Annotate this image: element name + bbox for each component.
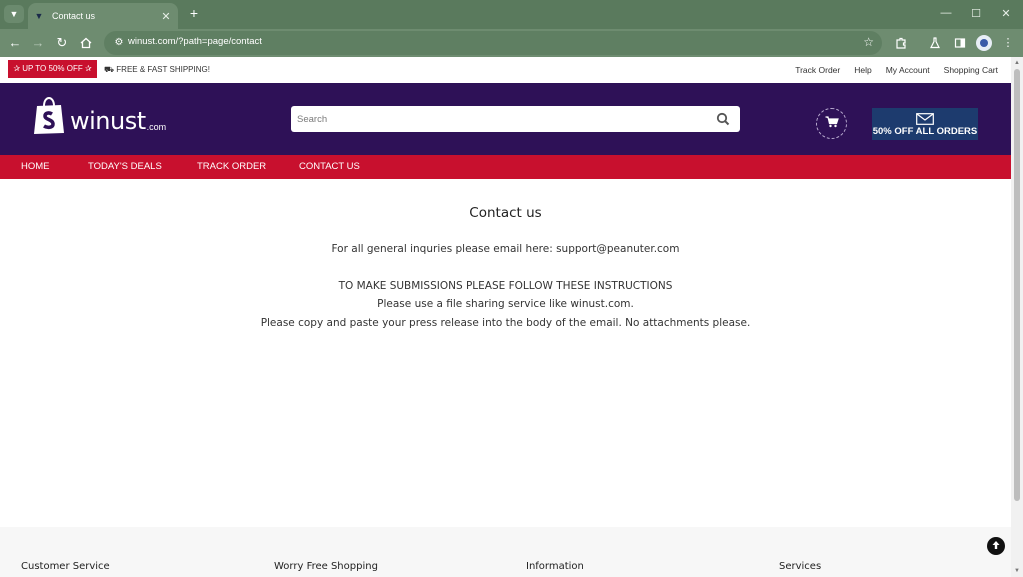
shopping-cart-icon [825,115,839,133]
file-sharing-text: Please use a file sharing service like w… [377,298,634,310]
contact-content: Contact us For all general inquries plea… [0,179,1011,529]
envelope-icon [916,112,934,125]
search-icon[interactable] [716,112,730,126]
close-tab-icon[interactable]: ✕ [158,10,174,23]
footer-heading-services: Services [779,561,822,572]
page-scrollbar[interactable]: ▲ ▼ [1011,57,1023,577]
general-inquiries-text: For all general inquries please email he… [331,243,680,255]
footer-heading-customer-service: Customer Service [21,561,110,572]
url-text: winust.com/?path=page/contact [128,36,262,47]
address-bar[interactable]: ⚙ winust.com/?path=page/contact ☆ [104,31,882,55]
footer-heading-information: Information [526,561,584,572]
shopping-bag-logo-icon [32,96,66,135]
free-shipping-text: ⛟ FREE & FAST SHIPPING! [104,65,210,74]
logo-suffix: .com [146,122,167,132]
site-logo[interactable]: winust .com [32,96,167,135]
scroll-down-icon[interactable]: ▼ [1014,568,1020,574]
browser-tab[interactable]: ▼ Contact us ✕ [28,3,178,29]
site-info-icon[interactable]: ⚙ [112,36,126,50]
profile-avatar-icon[interactable] [976,35,992,51]
site-header: winust .com 50% OFF ALL ORDERS [0,83,1011,155]
back-icon[interactable]: ← [6,34,24,52]
side-panel-icon[interactable] [952,35,968,51]
scroll-up-icon[interactable]: ▲ [1014,60,1020,66]
nav-home[interactable]: HOME [21,155,50,179]
top-info-bar: ✰ UP TO 50% OFF ✰ ⛟ FREE & FAST SHIPPING… [0,57,1011,83]
maximize-icon[interactable]: ☐ [968,7,984,20]
page-viewport: ✰ UP TO 50% OFF ✰ ⛟ FREE & FAST SHIPPING… [0,57,1011,577]
help-link[interactable]: Help [854,65,871,75]
reload-icon[interactable]: ↻ [53,34,71,52]
browser-toolbar: ← → ↻ ⚙ winust.com/?path=page/contact ☆ … [0,29,1023,57]
scrollbar-thumb[interactable] [1014,69,1020,501]
arrow-up-icon [991,537,1001,555]
footer-heading-worry-free-shopping: Worry Free Shopping [274,561,378,572]
offer-text: 50% OFF ALL ORDERS [872,125,978,137]
bookmark-star-icon[interactable]: ☆ [863,35,874,49]
back-to-top-button[interactable] [987,537,1005,555]
tab-title: Contact us [52,11,96,21]
menu-kebab-icon[interactable]: ⋮ [1000,35,1016,51]
promo-badge[interactable]: ✰ UP TO 50% OFF ✰ [8,60,97,78]
press-release-text: Please copy and paste your press release… [260,317,751,329]
search-input[interactable] [291,106,711,132]
nav-todays-deals[interactable]: TODAY'S DEALS [88,155,162,179]
site-favicon-icon: ▼ [34,11,44,21]
chevron-down-icon: ▼ [9,9,19,19]
nav-contact-us[interactable]: CONTACT US [299,155,360,179]
page-title: Contact us [469,205,542,221]
home-icon[interactable] [77,34,95,52]
cart-button[interactable] [816,108,847,139]
track-order-link[interactable]: Track Order [795,65,840,75]
browser-tab-bar: ▼ ▼ Contact us ✕ + — ☐ ✕ [0,0,1023,29]
main-nav: HOME TODAY'S DEALS TRACK ORDER CONTACT U… [0,155,1011,179]
nav-track-order[interactable]: TRACK ORDER [197,155,266,179]
labs-flask-icon[interactable] [927,35,943,51]
offer-banner[interactable]: 50% OFF ALL ORDERS [872,108,978,140]
logo-wordmark: winust [70,107,146,135]
shopping-cart-link[interactable]: Shopping Cart [944,65,998,75]
my-account-link[interactable]: My Account [886,65,930,75]
window-close-icon[interactable]: ✕ [998,7,1014,20]
submission-heading: TO MAKE SUBMISSIONS PLEASE FOLLOW THESE … [338,280,673,292]
top-links: Track Order Help My Account Shopping Car… [795,65,998,75]
minimize-icon[interactable]: — [938,7,954,19]
extensions-icon[interactable] [893,35,909,51]
forward-icon[interactable]: → [29,34,47,52]
new-tab-button[interactable]: + [186,5,202,21]
tab-search-button[interactable]: ▼ [4,5,24,23]
search-box [291,106,740,132]
site-footer: Customer Service Worry Free Shopping Inf… [0,527,1011,577]
